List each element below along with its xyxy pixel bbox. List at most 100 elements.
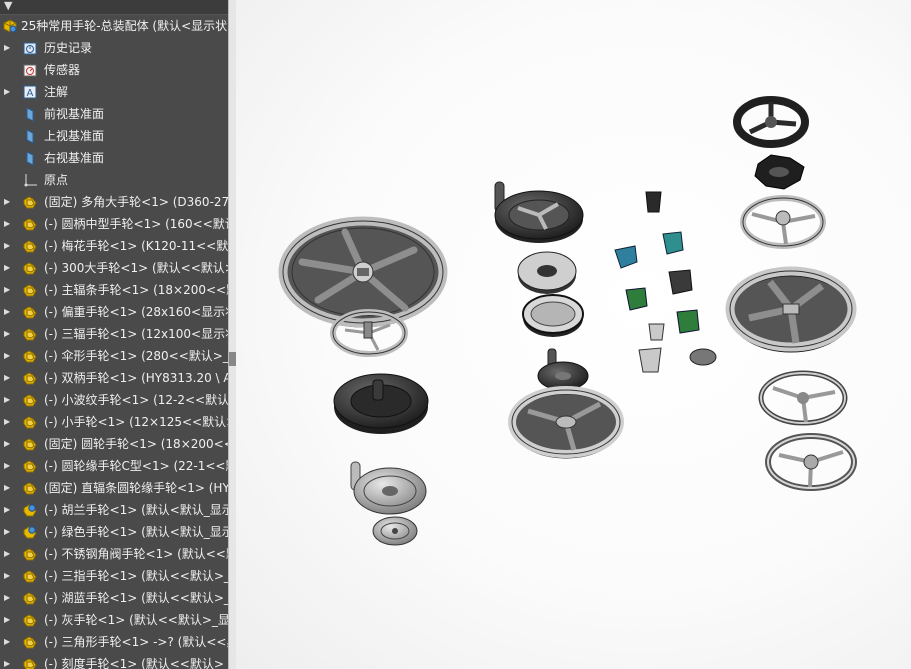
handwheel-dark-disc[interactable] [333,373,429,434]
assembly-model-canvas[interactable] [236,0,911,669]
tree-item-label: (-) 湖蓝手轮<1> (默认<<默认>_显 [44,591,228,605]
expand-arrow-icon[interactable]: ▶ [4,213,12,235]
tree-item[interactable]: ▶ (-) 三指手轮<1> (默认<<默认>_显 [0,565,228,587]
handwheel-with-handle-lower[interactable] [350,461,427,515]
tree-item[interactable]: 原点 [0,169,228,191]
part-icon [23,416,37,429]
part-icon [23,262,37,275]
expand-arrow-icon[interactable]: ▶ [4,609,12,631]
tree-item[interactable]: ▶ (-) 三角形手轮<1> ->? (默认<<黑 [0,631,228,653]
expand-arrow-icon[interactable]: ▶ [4,367,12,389]
tree-item[interactable]: ▶ (固定) 圆轮手轮<1> (18×200<<黑 [0,433,228,455]
expand-arrow-icon[interactable]: ▶ [4,455,12,477]
tree-item[interactable]: ▶ (-) 三辐手轮<1> (12x100<显示状 [0,323,228,345]
tree-item-label: (-) 圆轮缘手轮C型<1> (22-1<<默 [44,459,228,473]
tree-item[interactable]: ▶ (-) 刻度手轮<1> (默认<<默认>_ [0,653,228,669]
expand-arrow-icon[interactable]: ▶ [4,477,12,499]
assembly-icon [23,504,37,517]
expand-arrow-icon[interactable]: ▶ [4,631,12,653]
expand-arrow-icon[interactable]: ▶ [4,279,12,301]
tree-item[interactable]: ▶ (-) 不锈钢角阀手轮<1> (默认<<默 [0,543,228,565]
tree-item-label: (固定) 圆轮手轮<1> (18×200<<黑 [44,437,228,451]
tree-item[interactable]: ▶ 历史记录 [0,37,228,59]
handwheel-dish-gray[interactable] [517,251,577,294]
part-icon [23,460,37,473]
tree-item[interactable]: ▶ (-) 灰手轮<1> (默认<<默认>_显示 [0,609,228,631]
tree-item[interactable]: ▶ (-) 绿色手轮<1> (默认<默认_显示 [0,521,228,543]
handwheel-star-knob[interactable] [754,154,805,190]
tree-item-label: (-) 刻度手轮<1> (默认<<默认>_ [44,657,228,669]
tree-item-label: (-) 绿色手轮<1> (默认<默认_显示 [44,525,228,539]
tree-item[interactable]: ▶ (-) 圆轮缘手轮C型<1> (22-1<<默 [0,455,228,477]
tree-item-label: (-) 主辐条手轮<1> (18×200<<默 [44,283,228,297]
knob-cluster[interactable] [614,191,717,373]
tree-item[interactable]: ▶ (固定) 多角大手轮<1> (D360-27- [0,191,228,213]
expand-arrow-icon[interactable]: ▶ [4,411,12,433]
expand-arrow-icon[interactable]: ▶ [4,257,12,279]
handwheel-right-three-spoke[interactable] [758,370,848,426]
handwheel-dish-dark[interactable] [522,294,584,337]
tree-item[interactable]: ▶ (固定) 直辐条圆轮缘手轮<1> (HY [0,477,228,499]
tree-item-label: 前视基准面 [44,107,105,121]
part-icon [23,306,37,319]
tree-item-label: (-) 三指手轮<1> (默认<<默认>_显 [44,569,228,583]
handwheel-center-spoked[interactable] [508,386,624,459]
splitter-grip[interactable] [229,352,236,366]
tree-item[interactable]: ▶ A 注解 [0,81,228,103]
tree-item-label: 上视基准面 [44,129,105,143]
tree-item[interactable]: ▶ (-) 主辐条手轮<1> (18×200<<默 [0,279,228,301]
handwheel-top-right-dark[interactable] [733,96,809,148]
filter-icon[interactable]: ▼ [4,0,12,12]
plane-icon [26,107,34,122]
part-icon [23,438,37,451]
handwheel-mini-bottom[interactable] [372,516,418,546]
handwheel-double-handle[interactable] [494,181,584,243]
tree-item[interactable]: ▶ (-) 小波纹手轮<1> (12-2<<默认> [0,389,228,411]
expand-arrow-icon[interactable]: ▶ [4,37,12,59]
expand-arrow-icon[interactable]: ▶ [4,587,12,609]
expand-arrow-icon[interactable]: ▶ [4,81,12,103]
expand-arrow-icon[interactable]: ▶ [4,191,12,213]
tree-item-label: (-) 双柄手轮<1> (HY8313.20 \ A [44,371,228,385]
handwheel-right-large[interactable] [725,266,857,353]
tree-item-label: (固定) 直辐条圆轮缘手轮<1> (HY [44,481,228,495]
part-icon [23,328,37,341]
expand-arrow-icon[interactable]: ▶ [4,565,12,587]
tree-item[interactable]: ▶ (-) 圆柄中型手轮<1> (160<<默认 [0,213,228,235]
tree-item[interactable]: ▶ (-) 湖蓝手轮<1> (默认<<默认>_显 [0,587,228,609]
tree-item[interactable]: ▶ (-) 双柄手轮<1> (HY8313.20 \ A [0,367,228,389]
tree-item-label: (-) 灰手轮<1> (默认<<默认>_显示 [44,613,228,627]
part-icon [23,284,37,297]
tree-item[interactable]: 右视基准面 [0,147,228,169]
expand-arrow-icon[interactable]: ▶ [4,433,12,455]
tree-item[interactable]: 前视基准面 [0,103,228,125]
tree-root-assembly[interactable]: 25种常用手轮-总装配体 (默认<显示状 [0,15,228,37]
tree-item[interactable]: ▶ (-) 伞形手轮<1> (280<<默认>_显 [0,345,228,367]
plane-icon [26,129,34,144]
expand-arrow-icon[interactable]: ▶ [4,543,12,565]
expand-arrow-icon[interactable]: ▶ [4,301,12,323]
expand-arrow-icon[interactable]: ▶ [4,235,12,257]
3d-graphics-view[interactable] [236,0,911,669]
part-icon [23,636,37,649]
expand-arrow-icon[interactable]: ▶ [4,345,12,367]
tree-item-label: (-) 不锈钢角阀手轮<1> (默认<<默 [44,547,228,561]
tree-item[interactable]: ▶ (-) 300大手轮<1> (默认<<默认> [0,257,228,279]
expand-arrow-icon[interactable]: ▶ [4,323,12,345]
expand-arrow-icon[interactable]: ▶ [4,389,12,411]
handwheel-small-dark[interactable] [537,348,589,391]
tree-filter-bar: ▼ [0,0,228,15]
tree-item[interactable]: ▶ (-) 小手轮<1> (12×125<<默认>_ [0,411,228,433]
tree-item[interactable]: ▶ (-) 偏重手轮<1> (28x160<显示状 [0,301,228,323]
expand-arrow-icon[interactable]: ▶ [4,499,12,521]
expand-arrow-icon[interactable]: ▶ [4,653,12,669]
tree-item-label: 右视基准面 [44,151,105,165]
handwheel-right-bottom[interactable] [765,433,857,491]
tree-item[interactable]: 上视基准面 [0,125,228,147]
tree-item[interactable]: ▶ (-) 胡兰手轮<1> (默认<默认_显示 [0,499,228,521]
handwheel-right-spoked-small[interactable] [740,195,826,249]
tree-item[interactable]: 传感器 [0,59,228,81]
tree-item-label: (-) 伞形手轮<1> (280<<默认>_显 [44,349,228,363]
expand-arrow-icon[interactable]: ▶ [4,521,12,543]
tree-item[interactable]: ▶ (-) 梅花手轮<1> (K120-11<<默认 [0,235,228,257]
